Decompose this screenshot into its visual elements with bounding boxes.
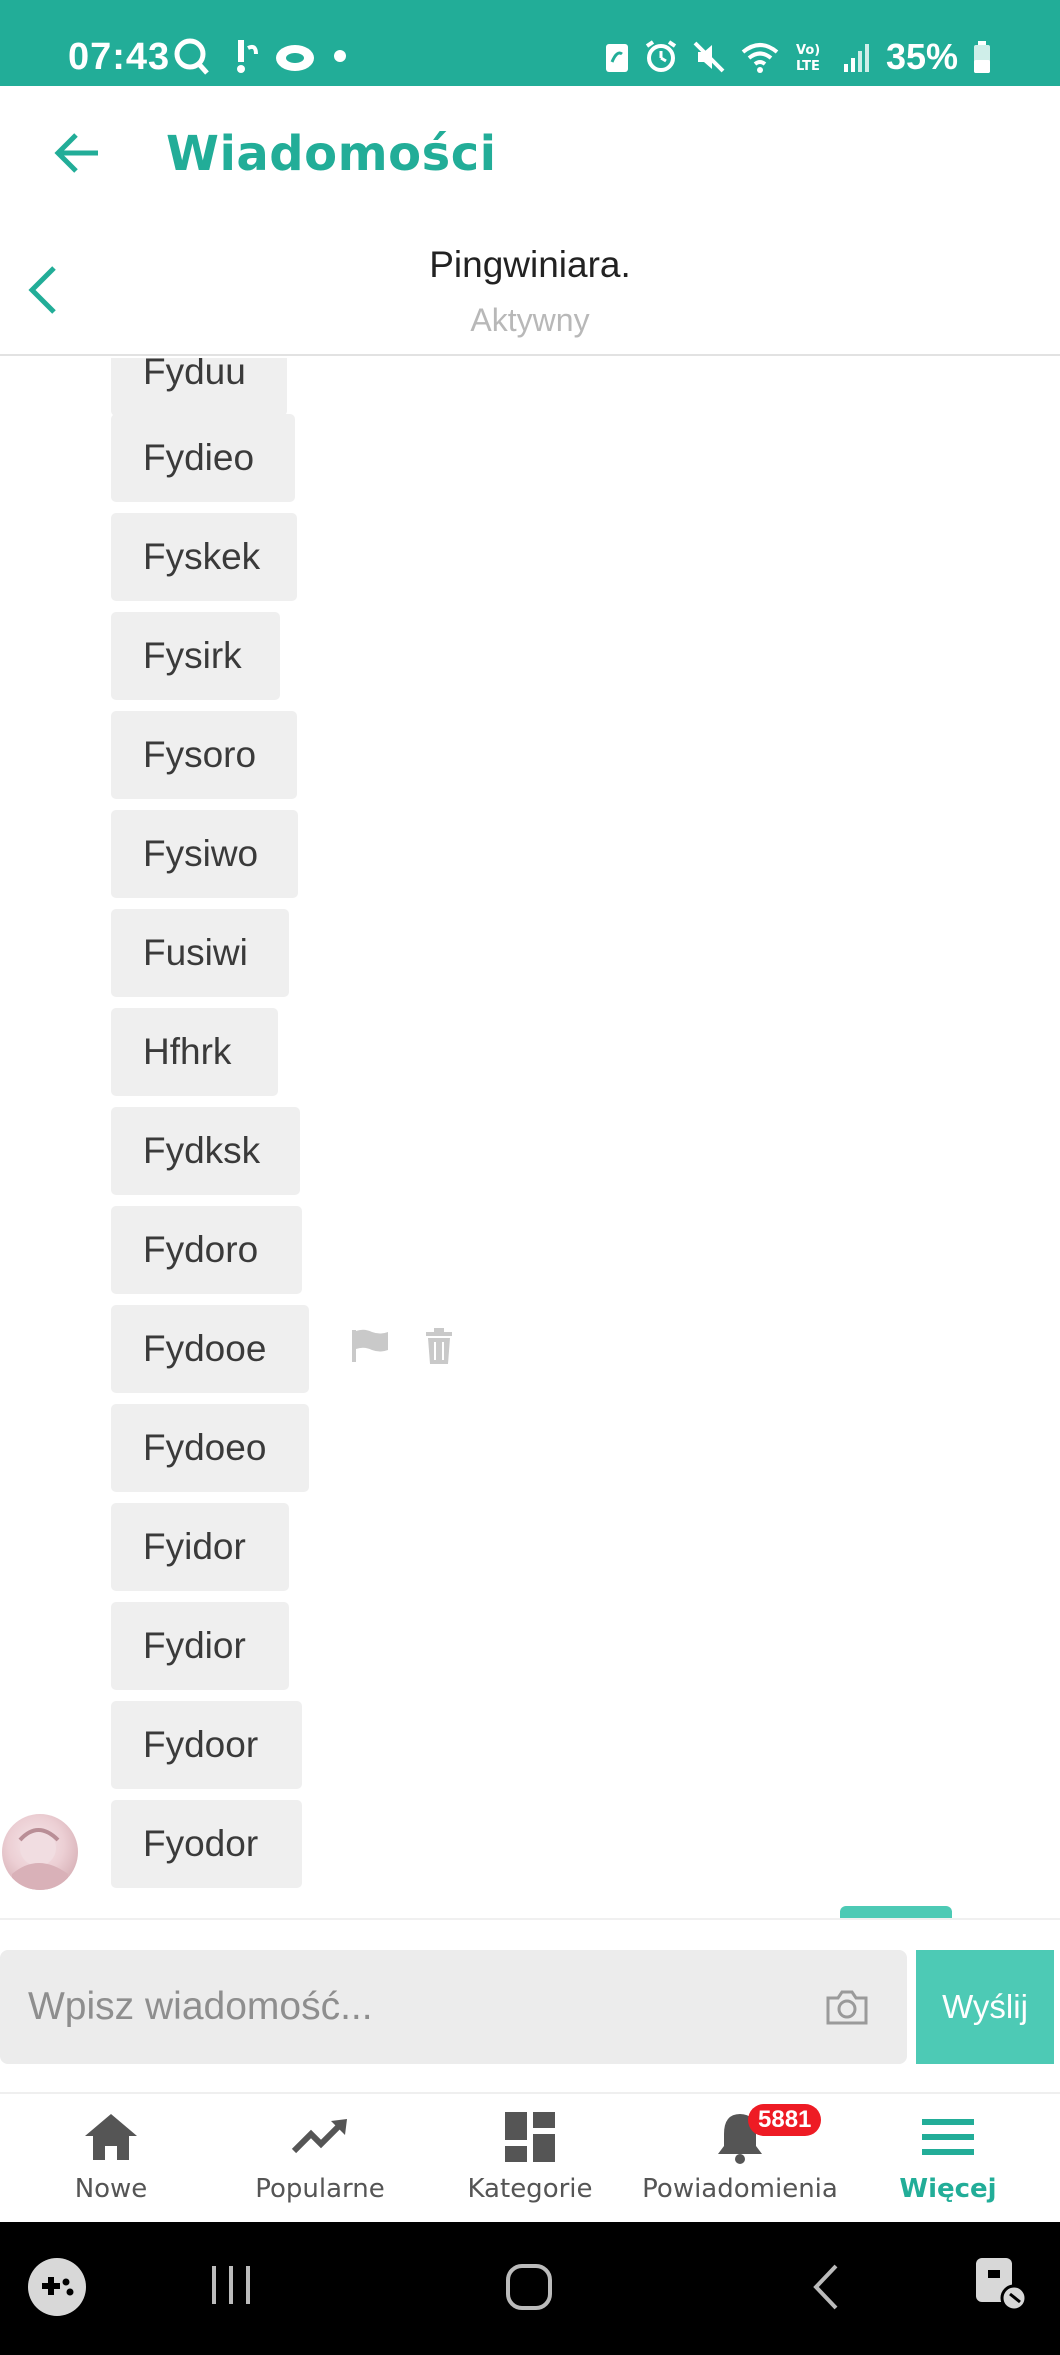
message-input-box: [0, 1950, 907, 2064]
svg-text:LTE: LTE: [796, 59, 820, 74]
nav-item-popularne[interactable]: Popularne: [220, 2108, 420, 2218]
bell-icon: 5881: [710, 2104, 822, 2166]
status-bar: 07:43 Vo) LTE 35%: [0, 0, 1060, 86]
keyboard-accessibility-icon[interactable]: [970, 2254, 1032, 2316]
nav-label: Powiadomienia: [642, 2174, 838, 2204]
nav-item-wiecej[interactable]: Więcej: [848, 2108, 1048, 2218]
menu-icon: [918, 2108, 978, 2166]
message-composer: Wyślij: [0, 1918, 1060, 2092]
alarm-icon: [645, 40, 677, 72]
avatar[interactable]: [2, 1814, 78, 1890]
message-bubble[interactable]: Fydksk: [111, 1107, 300, 1195]
nav-item-kategorie[interactable]: Kategorie: [430, 2108, 630, 2218]
message-bubble[interactable]: Fysirk: [111, 612, 280, 700]
svg-text:Vo): Vo): [796, 43, 820, 58]
status-left-icons: [172, 36, 350, 76]
message-bubble[interactable]: Fydooe: [111, 1305, 309, 1393]
exclamation-bubble-icon: [237, 40, 258, 73]
message-bubble[interactable]: Fyodor: [111, 1800, 302, 1888]
message-input[interactable]: [0, 1950, 800, 2064]
status-right-icons: Vo) LTE 35%: [604, 36, 992, 78]
battery-saver-icon: [605, 44, 628, 72]
android-nav-bar: [0, 2222, 1060, 2355]
signal-icon: [843, 44, 869, 72]
notification-badge: 5881: [748, 2104, 822, 2136]
volte-icon: Vo)LTE: [796, 43, 820, 74]
message-bubble[interactable]: Fysoro: [111, 711, 297, 799]
battery-percent: 35%: [885, 36, 958, 77]
message-actions: [350, 1328, 454, 1364]
message-bubble[interactable]: Fysiwo: [111, 810, 298, 898]
nav-label: Kategorie: [467, 2174, 593, 2204]
status-time: 07:43: [68, 36, 171, 78]
camera-icon[interactable]: [825, 1988, 869, 2026]
message-bubble[interactable]: Fydoro: [111, 1206, 302, 1294]
game-launcher-icon[interactable]: [26, 2256, 88, 2318]
flag-icon[interactable]: [350, 1328, 390, 1364]
nav-label: Popularne: [255, 2174, 385, 2204]
dashboard-icon: [500, 2108, 560, 2166]
app-header: Wiadomości: [0, 86, 1060, 226]
back-arrow-icon[interactable]: [52, 128, 102, 178]
cloud-icon: [276, 45, 314, 71]
trending-icon: [290, 2108, 350, 2166]
message-bubble[interactable]: Fydior: [111, 1602, 289, 1690]
search-q-icon: [174, 38, 209, 75]
message-bubble[interactable]: Fusiwi: [111, 909, 289, 997]
message-bubble[interactable]: Hfhrk: [111, 1008, 278, 1096]
avatar-image: [12, 1828, 68, 1890]
home-button-icon[interactable]: [502, 2260, 556, 2314]
home-icon: [81, 2108, 141, 2166]
nav-label: Więcej: [899, 2174, 997, 2204]
conversation-name[interactable]: Pingwiniara.: [0, 244, 1060, 286]
conversation-status: Aktywny: [470, 302, 590, 338]
message-bubble[interactable]: Fyduu: [111, 358, 287, 416]
conversation-header: Pingwiniara. Aktywny: [0, 226, 1060, 356]
message-bubble[interactable]: Fyskek: [111, 513, 297, 601]
wifi-icon: [741, 43, 779, 73]
nav-label: Nowe: [74, 2174, 148, 2204]
message-list[interactable]: Fyduu Fydieo Fyskek Fysirk Fysoro Fysiwo…: [0, 358, 1060, 1918]
mute-icon: [693, 41, 725, 73]
page-title: Wiadomości: [166, 126, 497, 182]
send-button[interactable]: Wyślij: [916, 1950, 1054, 2064]
nav-item-powiadomienia[interactable]: 5881 Powiadomienia: [640, 2104, 840, 2218]
message-bubble[interactable]: Fydoeo: [111, 1404, 309, 1492]
dot-icon: [334, 50, 346, 62]
recent-apps-icon[interactable]: [208, 2260, 254, 2310]
scroll-to-bottom-tab[interactable]: [840, 1906, 952, 1918]
message-bubble[interactable]: Fydoor: [111, 1701, 302, 1789]
battery-icon: [974, 41, 990, 73]
trash-icon[interactable]: [424, 1328, 454, 1364]
message-bubble[interactable]: Fyidor: [111, 1503, 289, 1591]
message-bubble[interactable]: Fydieo: [111, 414, 295, 502]
back-button-icon[interactable]: [808, 2260, 844, 2314]
nav-item-nowe[interactable]: Nowe: [11, 2108, 211, 2218]
bottom-nav: Nowe Popularne Kategorie 5881 Powiadomie…: [0, 2092, 1060, 2222]
